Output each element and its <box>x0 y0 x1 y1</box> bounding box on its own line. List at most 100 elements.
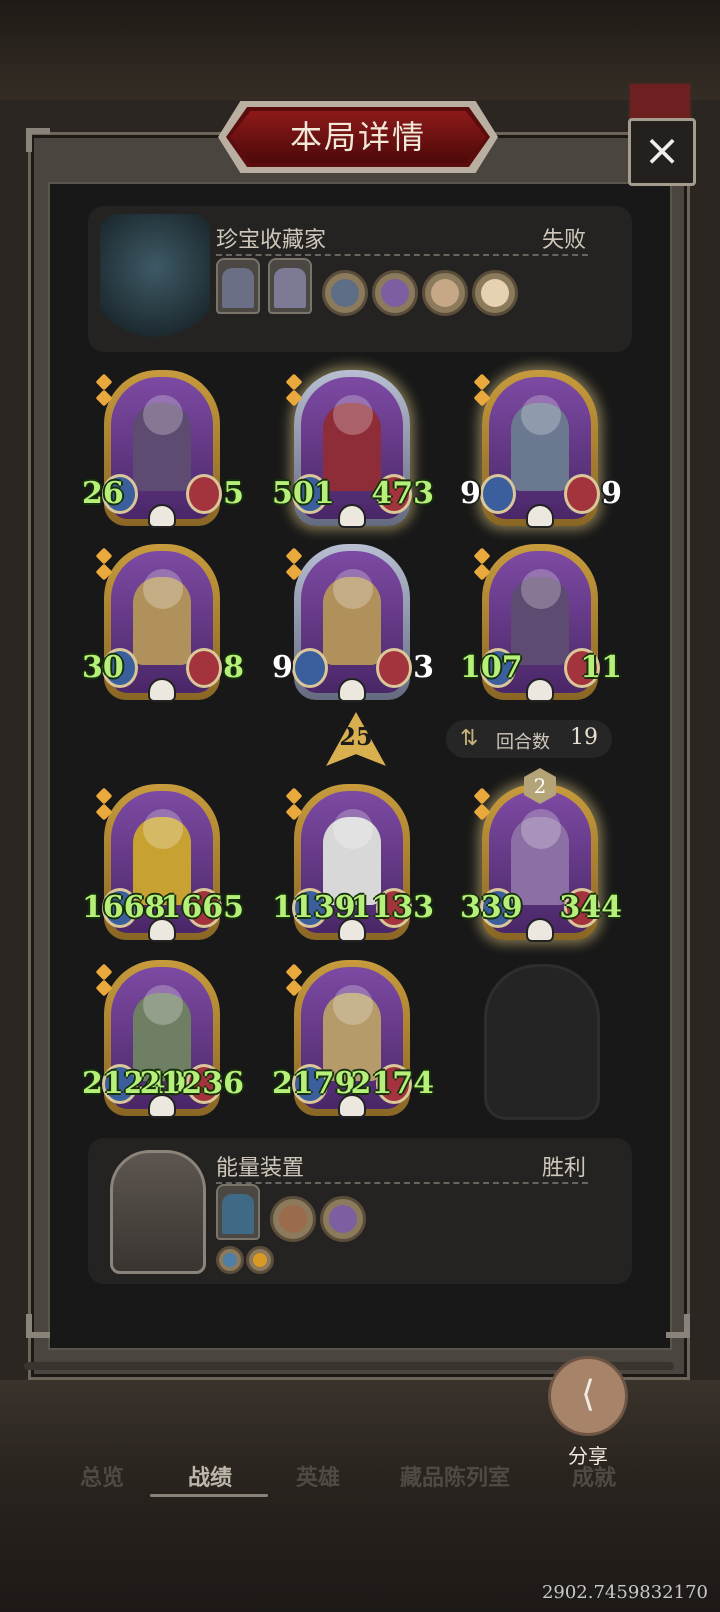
share-button[interactable]: ⟨ <box>548 1356 628 1436</box>
opponent-treasure[interactable] <box>422 270 468 316</box>
minion-head <box>333 569 373 609</box>
star-icon <box>285 563 303 581</box>
player-treasure[interactable] <box>270 1196 316 1242</box>
opponent-minion-card[interactable]: 26 5 <box>82 370 244 528</box>
active-tab-underline <box>150 1494 268 1497</box>
tier-stars <box>95 787 113 822</box>
tab-records[interactable]: 战绩 <box>188 1460 232 1492</box>
player-trinket[interactable] <box>216 1184 260 1240</box>
health-value: 3 <box>413 650 434 685</box>
tier-stars <box>285 963 303 998</box>
player-minion-card[interactable]: 339 344 <box>460 784 622 942</box>
minion-head <box>521 569 561 609</box>
tier-stars <box>95 373 113 408</box>
attack-value: 107 <box>460 650 523 685</box>
opponent-minion-card[interactable]: 107 11 <box>460 544 622 702</box>
star-icon <box>285 803 303 821</box>
star-icon <box>95 373 113 391</box>
opponent-treasure[interactable] <box>472 270 518 316</box>
attack-orb <box>292 648 328 688</box>
tab-overview[interactable]: 总览 <box>80 1460 124 1492</box>
star-icon <box>285 979 303 997</box>
star-icon <box>95 547 113 565</box>
opponent-name: 珍宝收藏家 <box>216 228 327 253</box>
player-minion-card[interactable]: 2179 2174 <box>272 960 434 1118</box>
star-icon <box>473 389 491 407</box>
tab-heroes[interactable]: 英雄 <box>296 1460 340 1492</box>
opponent-treasure[interactable] <box>372 270 418 316</box>
opponent-trinket[interactable] <box>216 258 260 314</box>
skull-icon <box>526 918 554 942</box>
tier-stars <box>285 547 303 582</box>
tier-stars <box>473 547 491 582</box>
skull-icon <box>148 918 176 942</box>
tier-stars <box>285 373 303 408</box>
star-icon <box>95 787 113 805</box>
opponent-treasure[interactable] <box>322 270 368 316</box>
swap-arrows-icon: ⇅ <box>460 726 479 751</box>
opponent-trinket[interactable] <box>268 258 312 314</box>
star-icon <box>473 563 491 581</box>
turn-label: 回合数 <box>496 732 550 753</box>
player-buff-icon[interactable] <box>246 1246 274 1274</box>
minion-head <box>143 985 183 1025</box>
minion-head <box>333 985 373 1025</box>
star-icon <box>285 787 303 805</box>
star-icon <box>285 547 303 565</box>
opponent-minion-card[interactable]: 501 473 <box>272 370 434 528</box>
attack-value: 9 <box>272 650 293 685</box>
tab-collection[interactable]: 藏品陈列室 <box>400 1460 510 1492</box>
skull-icon <box>338 504 366 528</box>
tier-stars <box>285 787 303 822</box>
attack-value: 501 <box>272 476 335 511</box>
star-icon <box>95 389 113 407</box>
opponent-minion-card[interactable]: 99 <box>460 370 622 528</box>
player-treasure[interactable] <box>320 1196 366 1242</box>
star-icon <box>285 373 303 391</box>
player-name: 能量装置 <box>216 1156 305 1181</box>
attack-value: 339 <box>460 890 523 925</box>
health-value: 9 <box>601 476 622 511</box>
player-minion-card[interactable]: 1139 1133 <box>272 784 434 942</box>
tier-stars <box>473 787 491 822</box>
close-button[interactable]: × <box>628 118 696 186</box>
skull-icon <box>338 918 366 942</box>
player-minion-card[interactable]: 21249 21236 <box>82 960 244 1118</box>
share-icon: ⟨ <box>580 1374 596 1415</box>
player-result: 胜利 <box>542 1156 587 1181</box>
tab-achievements[interactable]: 成就 <box>572 1460 616 1492</box>
minion-head <box>143 569 183 609</box>
minion-head <box>521 809 561 849</box>
opponent-hero-portrait[interactable] <box>100 214 210 348</box>
health-orb <box>186 474 222 514</box>
minion-head <box>333 395 373 435</box>
skull-icon <box>526 504 554 528</box>
health-value: 5 <box>223 476 244 511</box>
empty-card-slot <box>484 964 600 1120</box>
skull-icon <box>338 678 366 702</box>
player-minion-card[interactable]: 1668 1665 <box>82 784 244 942</box>
turn-counter: ⇅ 回合数 19 <box>446 720 612 758</box>
opponent-minion-card[interactable]: 93 <box>272 544 434 702</box>
skull-icon <box>526 678 554 702</box>
health-value: 473 <box>371 476 434 511</box>
coordinate-readout: 2902.7459832170 <box>541 1582 708 1603</box>
minion-head <box>521 395 561 435</box>
attack-value: 26 <box>82 476 124 511</box>
star-icon <box>95 803 113 821</box>
top-backdrop <box>0 0 720 100</box>
skull-icon <box>338 1094 366 1118</box>
star-icon <box>285 389 303 407</box>
star-icon <box>285 963 303 981</box>
skull-icon <box>148 678 176 702</box>
page-title: 本局详情 <box>289 118 426 156</box>
close-icon: × <box>643 125 681 176</box>
turn-value: 19 <box>570 725 598 750</box>
health-value: 11 <box>580 650 622 685</box>
player-buff-icon[interactable] <box>216 1246 244 1274</box>
player-hero-portrait[interactable] <box>110 1150 206 1274</box>
health-value: 8 <box>223 650 244 685</box>
health-orb <box>186 648 222 688</box>
opponent-minion-card[interactable]: 30 8 <box>82 544 244 702</box>
skull-icon <box>148 504 176 528</box>
